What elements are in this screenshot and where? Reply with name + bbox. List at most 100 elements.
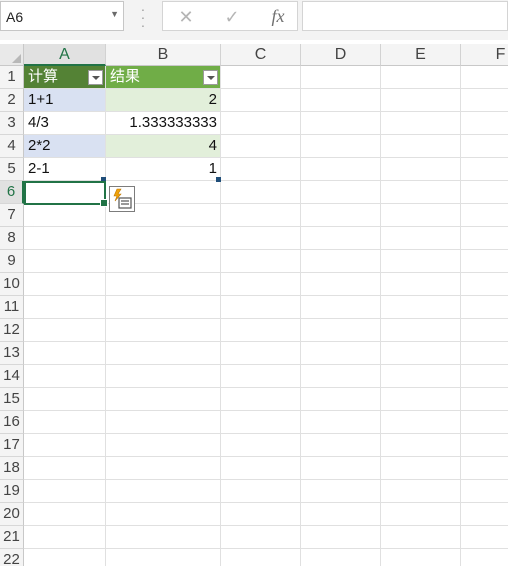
cell[interactable] xyxy=(24,250,106,273)
cell[interactable] xyxy=(381,411,461,434)
cell[interactable] xyxy=(221,411,301,434)
cell[interactable] xyxy=(461,158,508,181)
filter-dropdown-button[interactable] xyxy=(203,70,218,85)
cell[interactable] xyxy=(301,342,381,365)
chevron-down-icon[interactable]: ▼ xyxy=(110,9,119,19)
cell[interactable] xyxy=(106,273,221,296)
cell[interactable] xyxy=(24,296,106,319)
cell[interactable] xyxy=(301,66,381,89)
row-header-7[interactable]: 7 xyxy=(0,204,24,227)
cell[interactable] xyxy=(106,227,221,250)
cell[interactable] xyxy=(301,365,381,388)
row-header-21[interactable]: 21 xyxy=(0,526,24,549)
row-header-3[interactable]: 3 xyxy=(0,112,24,135)
cell[interactable] xyxy=(381,480,461,503)
cell[interactable] xyxy=(301,526,381,549)
cell[interactable] xyxy=(24,319,106,342)
cell[interactable] xyxy=(301,434,381,457)
cell[interactable] xyxy=(381,388,461,411)
formula-input[interactable] xyxy=(302,1,508,31)
cell[interactable] xyxy=(106,411,221,434)
cell[interactable] xyxy=(381,227,461,250)
cell[interactable] xyxy=(24,388,106,411)
cell[interactable] xyxy=(106,365,221,388)
cell[interactable] xyxy=(24,549,106,566)
row-header-20[interactable]: 20 xyxy=(0,503,24,526)
cell[interactable] xyxy=(221,526,301,549)
table-row-cell[interactable]: 4 xyxy=(106,135,221,158)
cell[interactable] xyxy=(221,434,301,457)
cell[interactable] xyxy=(301,227,381,250)
cell[interactable] xyxy=(221,250,301,273)
quick-analysis-button[interactable] xyxy=(109,186,135,212)
cell[interactable] xyxy=(106,296,221,319)
cell[interactable] xyxy=(301,112,381,135)
cell[interactable] xyxy=(221,112,301,135)
cell[interactable] xyxy=(301,181,381,204)
cell[interactable] xyxy=(381,365,461,388)
cell[interactable] xyxy=(381,296,461,319)
cell[interactable] xyxy=(381,342,461,365)
cell[interactable] xyxy=(301,411,381,434)
cell[interactable] xyxy=(221,296,301,319)
cell[interactable] xyxy=(106,503,221,526)
drag-handle-icon[interactable]: · · · xyxy=(140,2,146,32)
cell[interactable] xyxy=(461,457,508,480)
table-resize-handle[interactable] xyxy=(216,177,221,182)
cell[interactable] xyxy=(381,549,461,566)
cell[interactable] xyxy=(301,273,381,296)
cell[interactable] xyxy=(24,273,106,296)
cell[interactable] xyxy=(301,457,381,480)
cell[interactable] xyxy=(221,480,301,503)
cell[interactable] xyxy=(381,66,461,89)
table-row-cell[interactable]: 2 xyxy=(106,89,221,112)
row-header-1[interactable]: 1 xyxy=(0,66,24,89)
cell[interactable] xyxy=(24,434,106,457)
cell[interactable] xyxy=(381,434,461,457)
cell[interactable] xyxy=(106,549,221,566)
cell[interactable] xyxy=(381,273,461,296)
column-header-c[interactable]: C xyxy=(221,44,301,66)
insert-function-icon[interactable]: fx xyxy=(263,3,293,29)
cell[interactable] xyxy=(106,319,221,342)
column-header-b[interactable]: B xyxy=(106,44,221,66)
enter-icon[interactable]: ✓ xyxy=(217,5,247,29)
cell[interactable] xyxy=(381,204,461,227)
cell[interactable] xyxy=(106,388,221,411)
cell[interactable] xyxy=(301,296,381,319)
cell[interactable] xyxy=(221,457,301,480)
cell[interactable] xyxy=(24,204,106,227)
row-header-12[interactable]: 12 xyxy=(0,319,24,342)
row-header-10[interactable]: 10 xyxy=(0,273,24,296)
cell[interactable] xyxy=(381,457,461,480)
table-row-cell[interactable]: 2*2 xyxy=(24,135,106,158)
cell[interactable] xyxy=(24,480,106,503)
cell[interactable] xyxy=(461,319,508,342)
table-row-cell[interactable]: 2-1 xyxy=(24,158,106,181)
row-header-5[interactable]: 5 xyxy=(0,158,24,181)
column-header-f[interactable]: F xyxy=(461,44,508,66)
cell[interactable] xyxy=(221,204,301,227)
cell[interactable] xyxy=(301,250,381,273)
cell[interactable] xyxy=(461,296,508,319)
cell[interactable] xyxy=(106,250,221,273)
cell[interactable] xyxy=(461,135,508,158)
cell[interactable] xyxy=(381,319,461,342)
cell[interactable] xyxy=(301,319,381,342)
table-row-cell[interactable]: 1 xyxy=(106,158,221,181)
row-header-13[interactable]: 13 xyxy=(0,342,24,365)
cell[interactable] xyxy=(461,388,508,411)
cell[interactable] xyxy=(106,480,221,503)
cell[interactable] xyxy=(301,204,381,227)
row-header-4[interactable]: 4 xyxy=(0,135,24,158)
cell[interactable] xyxy=(301,135,381,158)
cell[interactable] xyxy=(381,135,461,158)
cell[interactable] xyxy=(221,365,301,388)
cell[interactable] xyxy=(301,89,381,112)
active-cell-selection[interactable] xyxy=(24,181,108,207)
cell[interactable] xyxy=(24,365,106,388)
cell[interactable] xyxy=(381,181,461,204)
cell[interactable] xyxy=(221,66,301,89)
cell[interactable] xyxy=(461,434,508,457)
cell[interactable] xyxy=(221,342,301,365)
